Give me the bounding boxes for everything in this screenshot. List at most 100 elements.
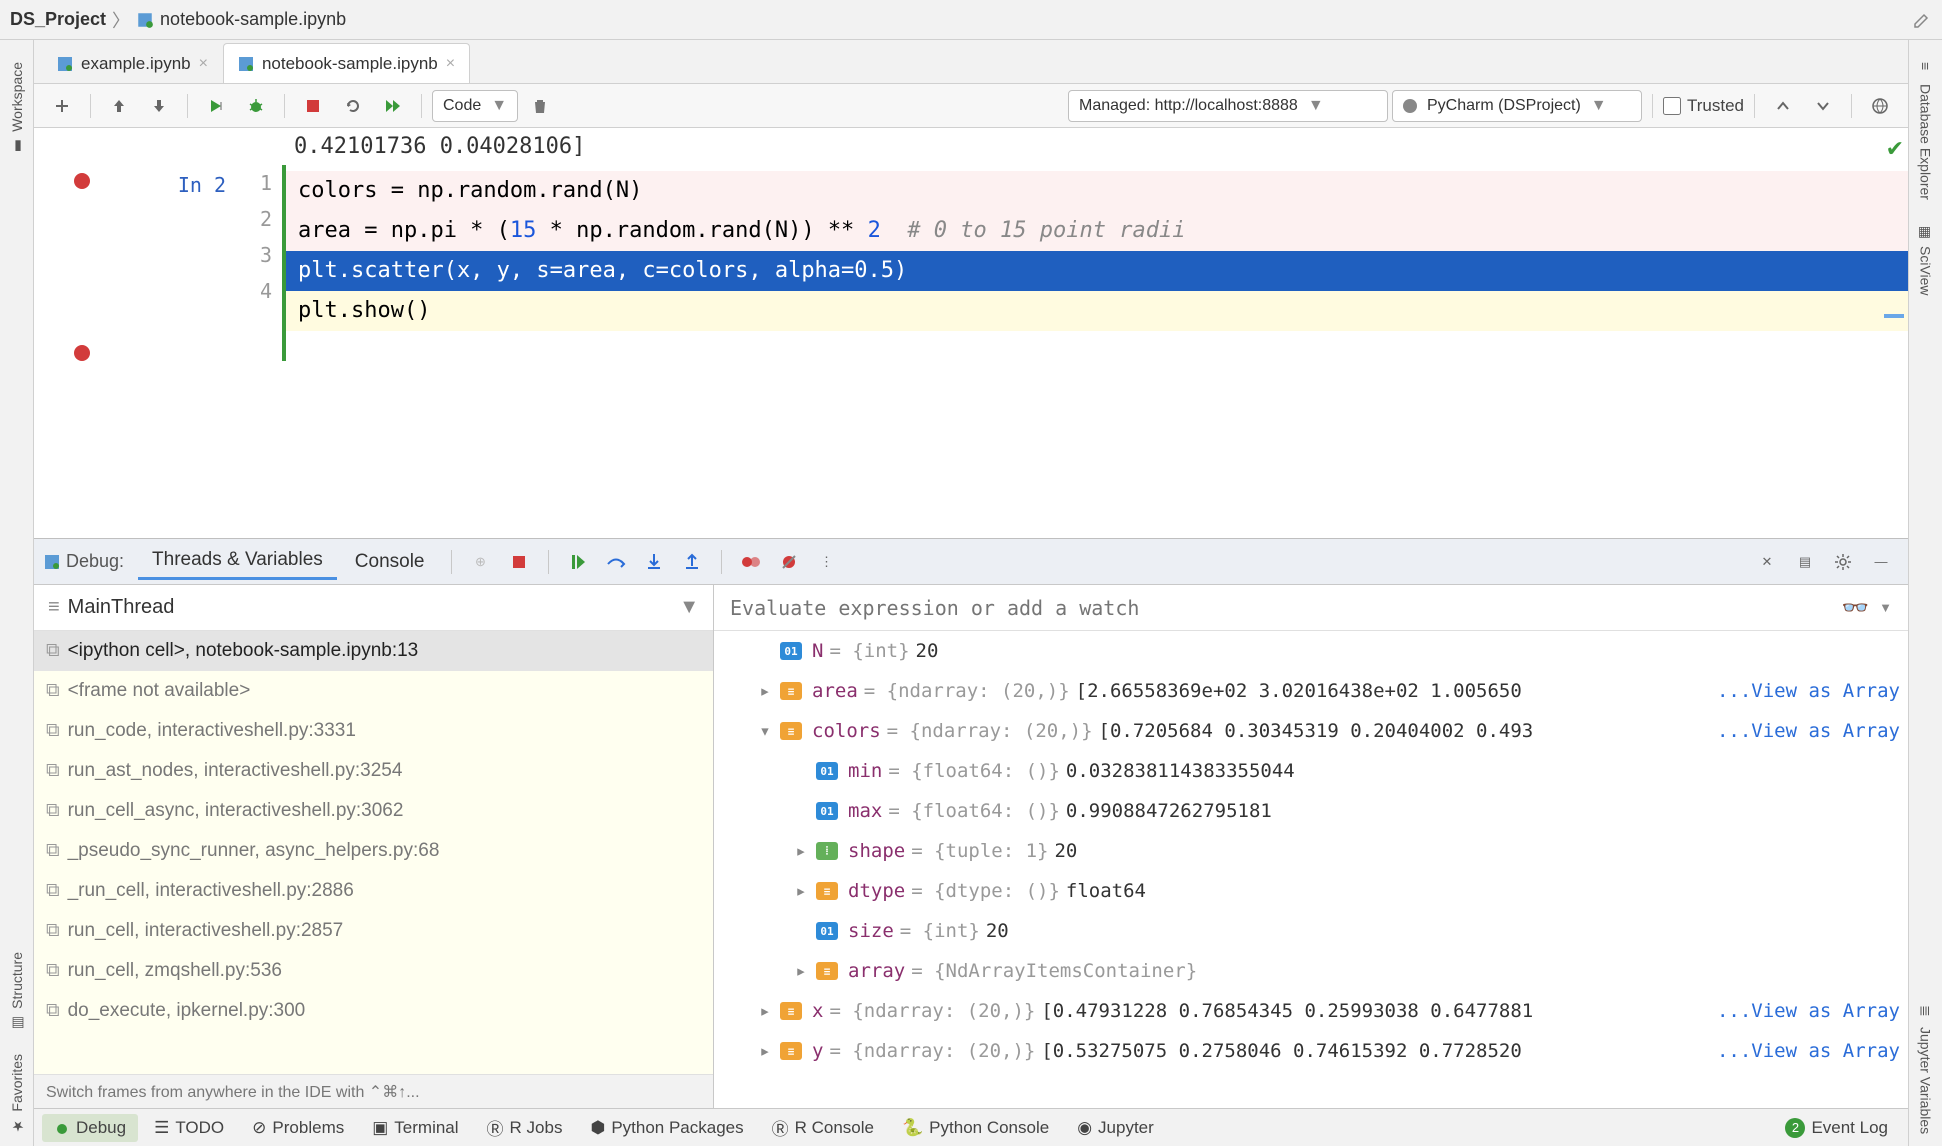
sb-jupyter[interactable]: ◉Jupyter [1065,1114,1166,1142]
watch-input[interactable] [730,596,1832,620]
frame-row[interactable]: ⧉run_cell, zmqshell.py:536 [34,951,713,991]
debug-cell-button[interactable] [238,90,274,122]
variable-row[interactable]: 01N = {int} 20 [714,631,1908,671]
frame-row[interactable]: ⧉run_cell, interactiveshell.py:2857 [34,911,713,951]
sb-r-jobs[interactable]: ⓇR Jobs [475,1111,575,1144]
variable-row[interactable]: 01min = {float64: ()} 0.0328381143833550… [714,751,1908,791]
frame-row[interactable]: ⧉run_cell_async, interactiveshell.py:306… [34,791,713,831]
sb-terminal[interactable]: ▣Terminal [360,1114,470,1142]
frame-row[interactable]: ⧉do_execute, ipkernel.py:300 [34,991,713,1031]
stop-debug-button[interactable] [502,547,536,577]
close-icon[interactable]: × [446,55,455,73]
breadcrumb-file[interactable]: notebook-sample.ipynb [160,9,346,30]
close-panel-button[interactable]: ✕ [1750,547,1784,577]
expand-toggle[interactable]: ▸ [756,680,774,702]
layout-button[interactable]: ▤ [1788,547,1822,577]
view-as-array-link[interactable]: ...View as Array [1709,1040,1900,1062]
caret-down-icon[interactable]: ▼ [1879,600,1892,615]
open-browser-button[interactable] [1862,90,1898,122]
tab-notebook-sample[interactable]: notebook-sample.ipynb × [223,43,470,83]
next-cell-button[interactable] [1805,90,1841,122]
sb-python-console[interactable]: 🐍Python Console [890,1114,1061,1142]
trusted-checkbox[interactable]: Trusted [1663,96,1744,116]
left-tool-structure[interactable]: ▤ Structure [5,940,29,1043]
variable-row[interactable]: 01size = {int} 20 [714,911,1908,951]
breadcrumb-project[interactable]: DS_Project [10,9,106,30]
variables-list[interactable]: 01N = {int} 20▸≡area = {ndarray: (20,)} … [714,631,1908,1108]
sb-r-console[interactable]: ⓇR Console [760,1111,886,1144]
frame-row[interactable]: ⧉<ipython cell>, notebook-sample.ipynb:1… [34,631,713,671]
thread-selector[interactable]: ≡ MainThread ▼ [34,585,713,631]
variable-row[interactable]: ▸≡dtype = {dtype: ()} float64 [714,871,1908,911]
frame-row[interactable]: ⧉_pseudo_sync_runner, async_helpers.py:6… [34,831,713,871]
stop-button[interactable] [295,90,331,122]
tab-threads-variables[interactable]: Threads & Variables [138,543,337,580]
type-badge: ≡ [816,962,838,980]
step-over-button[interactable] [599,547,633,577]
frame-row[interactable]: ⧉run_ast_nodes, interactiveshell.py:3254 [34,751,713,791]
edit-icon[interactable] [1912,10,1932,30]
sb-todo[interactable]: ☰TODO [142,1114,236,1142]
expand-toggle[interactable]: ▸ [792,880,810,902]
left-tool-favorites[interactable]: ★ Favorites [5,1042,29,1146]
expand-toggle[interactable]: ▸ [792,960,810,982]
view-as-array-link[interactable]: ...View as Array [1709,1000,1900,1022]
mute-breakpoints-button[interactable] [772,547,806,577]
tab-console[interactable]: Console [341,545,439,579]
move-up-button[interactable] [101,90,137,122]
frame-row[interactable]: ⧉run_code, interactiveshell.py:3331 [34,711,713,751]
view-as-array-link[interactable]: ...View as Array [1709,680,1900,702]
prev-cell-button[interactable] [1765,90,1801,122]
frames-list[interactable]: ⧉<ipython cell>, notebook-sample.ipynb:1… [34,631,713,1074]
expand-toggle[interactable]: ▸ [756,1040,774,1062]
variable-row[interactable]: 01max = {float64: ()} 0.9908847262795181 [714,791,1908,831]
kernel-select[interactable]: PyCharm (DSProject) ▼ [1392,90,1642,122]
sb-event-log[interactable]: 2 Event Log [1773,1114,1900,1142]
settings-button[interactable] [1826,547,1860,577]
minimize-panel-button[interactable]: — [1864,547,1898,577]
view-as-array-link[interactable]: ...View as Array [1709,720,1900,742]
variable-row[interactable]: ▾≡colors = {ndarray: (20,)} [0.7205684 0… [714,711,1908,751]
right-tool-jupyter-vars[interactable]: ≣ Jupyter Variables [1914,993,1938,1146]
step-into-button[interactable] [637,547,671,577]
run-cell-button[interactable] [198,90,234,122]
left-tool-workspace[interactable]: ▮ Workspace [5,50,29,166]
more-actions-button[interactable]: ⋮ [810,547,844,577]
variable-row[interactable]: ▸⦙shape = {tuple: 1} 20 [714,831,1908,871]
sb-debug[interactable]: Debug [42,1114,138,1142]
add-cell-button[interactable] [44,90,80,122]
frame-row[interactable]: ⧉<frame not available> [34,671,713,711]
tab-example[interactable]: example.ipynb × [42,43,223,83]
expand-toggle[interactable]: ▸ [792,840,810,862]
glasses-icon[interactable]: 👓 [1842,595,1869,621]
var-type: = {float64: ()} [888,760,1060,782]
variable-row[interactable]: ▸≡x = {ndarray: (20,)} [0.47931228 0.768… [714,991,1908,1031]
frame-row[interactable]: ⧉_run_cell, interactiveshell.py:2886 [34,871,713,911]
right-tool-sciview[interactable]: ▦ SciView [1914,212,1938,308]
resume-button[interactable] [561,547,595,577]
expand-toggle[interactable]: ▾ [756,720,774,742]
server-select[interactable]: Managed: http://localhost:8888 ▼ [1068,90,1388,122]
move-down-button[interactable] [141,90,177,122]
right-tool-db-explorer[interactable]: ≡ Database Explorer [1914,50,1938,212]
view-breakpoints-button[interactable] [734,547,768,577]
variable-row[interactable]: ▸≡array = {NdArrayItemsContainer} [714,951,1908,991]
close-icon[interactable]: × [199,55,208,73]
add-config-button[interactable]: ⊕ [464,547,498,577]
variable-row[interactable]: ▸≡area = {ndarray: (20,)} [2.66558369e+0… [714,671,1908,711]
variable-row[interactable]: ▸≡y = {ndarray: (20,)} [0.53275075 0.275… [714,1031,1908,1071]
expand-toggle[interactable]: ▸ [756,1000,774,1022]
run-all-button[interactable] [375,90,411,122]
restart-kernel-button[interactable] [335,90,371,122]
step-out-button[interactable] [675,547,709,577]
code-body[interactable]: colors = np.random.rand(N) area = np.pi … [286,165,1908,361]
breakpoint-icon[interactable] [74,173,90,189]
folder-icon: ▮ [9,138,25,154]
sb-python-packages[interactable]: ⬢Python Packages [578,1114,755,1142]
cell-type-select[interactable]: Code ▼ [432,90,518,122]
breakpoint-gutter[interactable] [34,165,130,361]
delete-cell-button[interactable] [522,90,558,122]
breakpoint-icon[interactable] [74,345,90,361]
editor-area[interactable]: ✔ 0.42101736 0.04028106] In 2 1 2 3 4 [34,128,1908,538]
sb-problems[interactable]: ⊘Problems [240,1114,356,1142]
